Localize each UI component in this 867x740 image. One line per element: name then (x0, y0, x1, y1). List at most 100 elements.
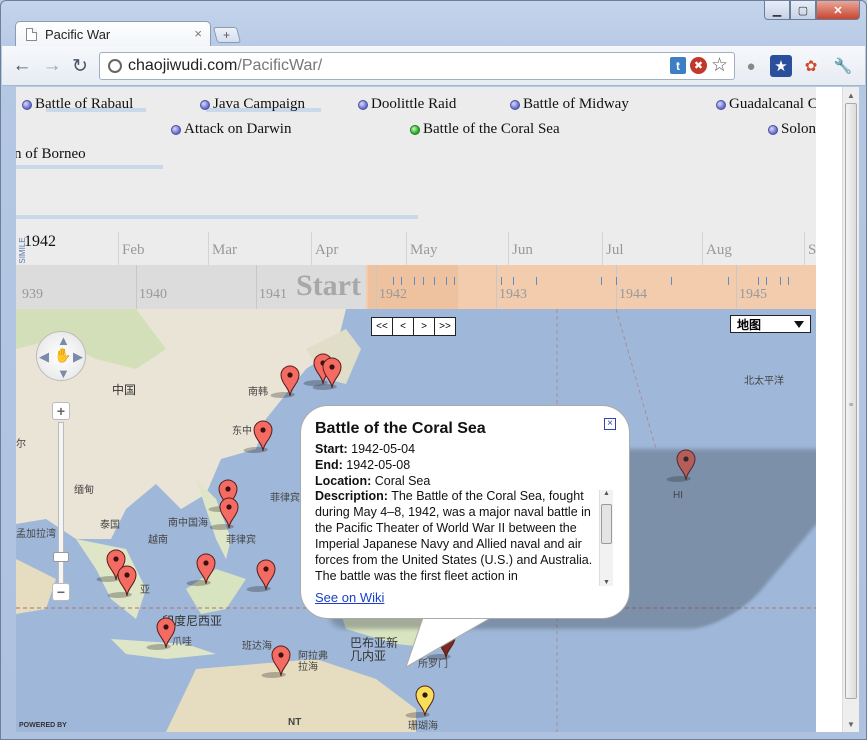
back-arrow-icon[interactable]: ← (10, 54, 34, 78)
url-path: /PacificWar/ (237, 57, 323, 74)
zoom-slider-track[interactable] (58, 422, 64, 590)
overview-event-mark (454, 277, 455, 285)
overview-year: 1943 (499, 287, 527, 302)
map-label-vietnam: 越南 (148, 535, 168, 546)
see-on-wiki-link[interactable]: See on Wiki (315, 590, 384, 605)
timeline-event-selected[interactable]: Battle of the Coral Sea (410, 121, 560, 138)
month-label: Apr (315, 242, 339, 258)
map-label-coral-sea: 珊瑚海 (408, 721, 438, 732)
t-extension-icon[interactable]: t (669, 57, 686, 74)
maximize-button[interactable]: ▢ (790, 1, 816, 20)
overview-event-mark (513, 277, 514, 285)
scroll-thumb[interactable]: ≡ (845, 103, 857, 699)
plus-icon: + (223, 28, 231, 42)
timeline-event[interactable]: n of Borneo (16, 146, 86, 163)
globe-extension-icon[interactable]: ● (740, 55, 762, 77)
map-marker[interactable] (186, 553, 216, 586)
event-label: Guadalcanal C (729, 96, 816, 112)
map-label-philippines: 菲律宾 (226, 535, 256, 546)
info-popup: × Battle of the Coral Sea Start: 1942-05… (300, 405, 630, 619)
tab-close-icon[interactable]: × (194, 26, 202, 41)
pan-down-icon[interactable]: ▼ (57, 366, 70, 381)
map-label-malaysia: 亚 (140, 585, 150, 596)
timeline-event[interactable]: Guadalcanal C (716, 96, 816, 113)
timeline-year-label: 1942 (24, 233, 56, 250)
prev-event-button[interactable]: < (392, 317, 414, 336)
bookmark-star-icon[interactable]: ☆ (711, 56, 728, 75)
forward-arrow-icon[interactable]: → (40, 54, 64, 78)
map-canvas[interactable]: 中国 南韩 东中 缅甸 泰国 越南 南中国海 菲律宾 菲律宾 孟加拉湾 亚 印度… (16, 309, 816, 732)
blocked-extension-icon[interactable]: ✖ (689, 57, 707, 74)
zoom-out-button[interactable]: − (52, 583, 70, 601)
map-label-philippine-sea: 菲律宾 (270, 493, 300, 504)
overview-event-mark (671, 277, 672, 285)
map-label-bengal: 孟加拉湾 (16, 529, 56, 540)
month-label: Aug (706, 242, 732, 258)
page-scrollbar[interactable]: ▲ ≡ ▼ (842, 87, 859, 732)
zoom-control[interactable]: + − (52, 402, 70, 612)
event-dot-icon (200, 99, 210, 110)
pan-right-icon[interactable]: ▶ (73, 349, 83, 365)
scroll-up-icon[interactable]: ▲ (843, 87, 859, 103)
popup-scroll-down-icon[interactable]: ▼ (600, 579, 613, 586)
scroll-down-icon[interactable]: ▼ (843, 716, 859, 732)
map-marker[interactable] (246, 559, 276, 592)
overview-event-mark (423, 277, 424, 285)
minimize-button[interactable]: ▁ (764, 1, 790, 20)
pan-control[interactable]: ▲ ▼ ◀ ▶ ✋ (36, 331, 86, 381)
map-marker[interactable] (270, 365, 300, 398)
timeline-event[interactable]: Solon (768, 121, 816, 138)
map-marker[interactable] (261, 645, 291, 678)
next-event-button[interactable]: > (413, 317, 435, 336)
map-marker[interactable] (243, 420, 273, 453)
colorful-extension-icon[interactable]: ✿ (800, 55, 822, 77)
map-type-select[interactable]: 地图 (730, 315, 811, 333)
close-window-button[interactable]: ✕ (816, 1, 860, 20)
timeline-band[interactable]: Battle of Rabaul Java Campaign Doolittle… (16, 87, 816, 265)
pan-left-icon[interactable]: ◀ (39, 349, 49, 365)
zoom-slider-handle[interactable] (53, 552, 69, 562)
pan-up-icon[interactable]: ▲ (57, 333, 70, 348)
star-extension-icon[interactable]: ★ (770, 55, 792, 77)
popup-description[interactable]: Description: The Battle of the Coral Sea… (315, 488, 615, 586)
overview-year: 939 (22, 287, 43, 302)
popup-scroll-thumb[interactable] (601, 504, 612, 544)
map-marker[interactable] (312, 357, 342, 390)
timeline-event[interactable]: Battle of Rabaul (22, 96, 133, 113)
browser-tab[interactable]: Pacific War × (15, 21, 211, 47)
map-marker[interactable] (107, 565, 137, 598)
overview-event-mark (728, 277, 729, 285)
event-dot-icon (510, 99, 520, 110)
event-dot-icon (768, 124, 778, 135)
timeline-event[interactable]: Doolittle Raid (358, 96, 456, 113)
map-marker[interactable] (146, 617, 176, 650)
event-dot-icon (22, 99, 32, 110)
tab-title: Pacific War (45, 27, 111, 42)
timeline-event[interactable]: Java Campaign (200, 96, 305, 113)
timeline-overview-band[interactable]: 939 1940 1941 1942 1943 1944 1945 Start (16, 265, 816, 309)
wrench-icon[interactable]: 🔧 (832, 55, 854, 77)
event-dot-icon (716, 99, 726, 110)
overview-year: 1940 (139, 287, 167, 302)
popup-scrollbar[interactable]: ▲ ▼ (599, 490, 613, 586)
popup-scroll-up-icon[interactable]: ▲ (600, 490, 613, 497)
last-event-button[interactable]: >> (434, 317, 456, 336)
first-event-button[interactable]: << (371, 317, 393, 336)
popup-close-icon[interactable]: × (604, 418, 616, 430)
timeline-credit[interactable]: Timeline © SIMILE (18, 227, 28, 265)
hand-icon[interactable]: ✋ (54, 347, 71, 364)
page-icon (26, 28, 37, 41)
popup-title: Battle of the Coral Sea (315, 420, 486, 437)
year-tick (616, 265, 617, 309)
new-tab-button[interactable]: + (212, 27, 242, 43)
month-tick (118, 232, 119, 265)
timeline-event[interactable]: Battle of Midway (510, 96, 629, 113)
year-tick (496, 265, 497, 309)
reload-icon[interactable]: ↻ (68, 54, 92, 78)
location-value: Coral Sea (374, 474, 431, 488)
map-marker[interactable] (209, 497, 239, 530)
address-bar[interactable]: chaojiwudi.com/PacificWar/ t ✖ ☆ (99, 52, 735, 80)
zoom-in-button[interactable]: + (52, 402, 70, 420)
map-marker-selected[interactable] (405, 685, 435, 718)
timeline-event[interactable]: Attack on Darwin (171, 121, 291, 138)
